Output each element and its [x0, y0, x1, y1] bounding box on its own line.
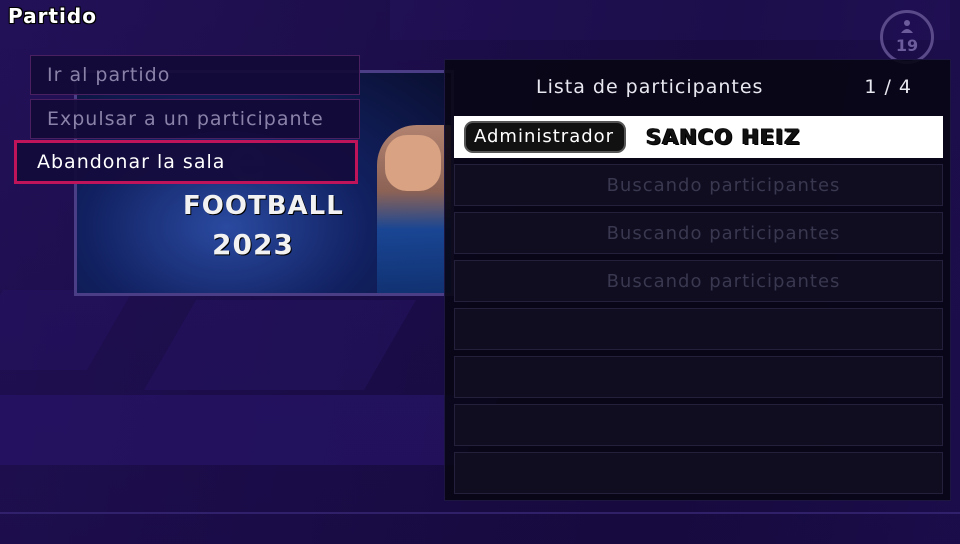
- participant-slot: Buscando participantes: [454, 164, 943, 206]
- badge-label: 19: [895, 36, 919, 55]
- host-player-name: SANCO HEIZ: [646, 125, 801, 149]
- participant-slot: [454, 308, 943, 350]
- background-band: [0, 395, 501, 465]
- participant-slot: [454, 452, 943, 494]
- participant-slot: Buscando participantes: [454, 260, 943, 302]
- player-fist: [385, 135, 441, 191]
- banner-game-title: FOOTBALL: [183, 191, 344, 221]
- participants-title: Lista de participantes: [536, 76, 764, 98]
- bottom-divider: [0, 512, 960, 514]
- admin-role-tag: Administrador: [464, 121, 627, 153]
- participant-slot: [454, 404, 943, 446]
- participant-slot: Buscando participantes: [454, 212, 943, 254]
- menu-item-leave-room[interactable]: Abandonar la sala: [14, 140, 358, 184]
- menu-item-go-to-match[interactable]: Ir al partido: [30, 55, 360, 95]
- screen-title: Partido: [8, 4, 97, 28]
- person-icon: [901, 20, 913, 33]
- banner-game-year: 2023: [212, 228, 294, 261]
- user-count-badge: 19: [880, 10, 934, 64]
- menu-item-kick-participant[interactable]: Expulsar a un participante: [30, 99, 360, 139]
- participants-panel: Lista de participantes 1 / 4 Administrad…: [445, 60, 950, 500]
- participant-row-host[interactable]: Administrador SANCO HEIZ: [454, 116, 943, 158]
- participant-slot: [454, 356, 943, 398]
- background-band: [390, 0, 950, 40]
- participants-count: 1 / 4: [864, 76, 912, 98]
